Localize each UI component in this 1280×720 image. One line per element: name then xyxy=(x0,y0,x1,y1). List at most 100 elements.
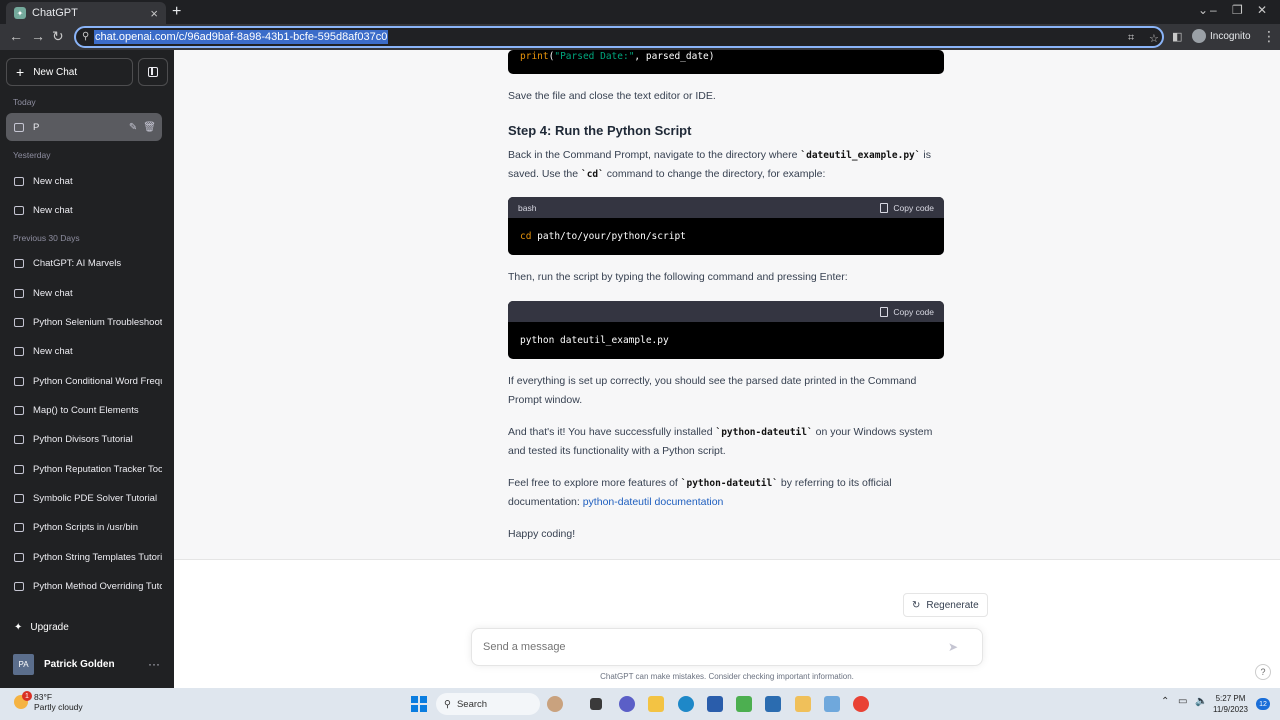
sidebar-item[interactable]: Python Conditional Word Frequency xyxy=(6,367,162,395)
vscode-icon[interactable] xyxy=(765,696,781,712)
temperature: 83°F xyxy=(34,692,53,702)
sidebar-item[interactable]: New chat xyxy=(6,196,162,224)
incognito-label: Incognito xyxy=(1210,30,1251,42)
more-options-icon[interactable]: ··· xyxy=(148,657,174,671)
help-button[interactable]: ? xyxy=(1255,664,1271,680)
volume-icon[interactable]: 🔈 xyxy=(1195,696,1207,707)
image-viewer-icon[interactable] xyxy=(824,696,840,712)
chevron-down-icon[interactable]: ⌄ xyxy=(1198,3,1208,17)
sidebar: + New Chat Today P ✎ 🗑 Yesterday New cha… xyxy=(0,50,174,688)
clipboard-icon xyxy=(880,202,889,213)
new-chat-label: New Chat xyxy=(33,66,78,78)
paragraph-feel-free: Feel free to explore more features of `p… xyxy=(508,477,892,508)
clock-time: 5:27 PM xyxy=(1215,694,1246,703)
tab-title: ChatGPT xyxy=(32,7,78,19)
side-panel-icon[interactable]: ◧ xyxy=(1172,30,1182,43)
code-block-cd: bash Copy code cd path/to/your/python/sc… xyxy=(508,197,944,255)
sidebar-item[interactable]: Python String Templates Tutorial xyxy=(6,543,162,571)
incognito-icon xyxy=(1192,29,1206,43)
sidebar-item[interactable]: Python Scripts in /usr/bin xyxy=(6,513,162,541)
sidebar-item[interactable]: New chat xyxy=(6,167,162,195)
reload-icon[interactable]: ↻ xyxy=(52,28,64,45)
chat-bubble-icon xyxy=(14,581,24,591)
sidebar-item[interactable]: Python Reputation Tracker Tool xyxy=(6,455,162,483)
code-header: bash Copy code xyxy=(508,197,944,218)
network-icon[interactable]: ▭ xyxy=(1178,696,1187,707)
bookmark-star-icon[interactable]: ☆ xyxy=(1149,32,1159,45)
notification-badge[interactable]: 12 xyxy=(1256,698,1270,710)
store-icon[interactable] xyxy=(707,696,723,712)
plus-icon: + xyxy=(16,64,25,80)
sidebar-toggle-icon xyxy=(148,67,158,77)
chat-bubble-icon xyxy=(14,122,24,132)
minimize-window-icon[interactable]: – xyxy=(1210,3,1217,17)
new-chat-button[interactable]: + New Chat xyxy=(6,58,133,86)
forward-icon[interactable]: → xyxy=(31,28,45,44)
regenerate-button[interactable]: ↻ Regenerate xyxy=(903,593,988,617)
chat-bubble-icon xyxy=(14,464,24,474)
incognito-indicator[interactable]: Incognito xyxy=(1192,29,1251,43)
address-bar[interactable]: ⚲ chat.openai.com/c/96ad9baf-8a98-43b1-b… xyxy=(74,26,1164,48)
sidebar-item-active[interactable]: P ✎ 🗑 xyxy=(6,113,162,141)
weather-widget[interactable]: 1 83°F Partly cloudy xyxy=(14,691,83,712)
sidebar-item[interactable]: Map() to Count Elements xyxy=(6,396,162,424)
search-icon: ⚲ xyxy=(444,698,451,710)
chevron-up-icon[interactable]: ⌃ xyxy=(1161,696,1169,707)
weather-badge: 1 xyxy=(22,691,32,701)
chat-bubble-icon xyxy=(14,552,24,562)
site-info-icon[interactable]: ⚲ xyxy=(82,31,89,42)
task-view-icon[interactable] xyxy=(590,698,602,710)
paragraph-if: If everything is set up correctly, you s… xyxy=(508,375,917,406)
trash-icon[interactable]: 🗑 xyxy=(143,122,156,133)
documentation-link[interactable]: python-dateutil documentation xyxy=(583,496,724,508)
browser-menu-icon[interactable]: ⋮ xyxy=(1262,28,1276,45)
chat-bubble-icon xyxy=(14,258,24,268)
back-icon[interactable]: ← xyxy=(9,28,23,44)
browser-tab[interactable]: ✦ ChatGPT × xyxy=(6,2,166,24)
chat-bubble-icon xyxy=(14,376,24,386)
clipboard-icon xyxy=(880,306,889,317)
system-clock[interactable]: 5:27 PM 11/9/2023 xyxy=(1213,693,1248,715)
sidebar-item[interactable]: Python Divisors Tutorial xyxy=(6,425,162,453)
message-composer: ➤ xyxy=(471,628,983,666)
close-tab-icon[interactable]: × xyxy=(150,7,158,20)
file-explorer-icon[interactable] xyxy=(648,696,664,712)
avatar-app-icon[interactable] xyxy=(547,696,563,712)
code-block-print: print("Parsed Date:", parsed_date) xyxy=(508,50,944,74)
clock-date: 11/9/2023 xyxy=(1213,705,1248,714)
close-sidebar-button[interactable] xyxy=(138,58,168,86)
copy-code-button[interactable]: Copy code xyxy=(880,306,934,317)
sidebar-item[interactable]: New chat xyxy=(6,337,162,365)
chat-bubble-icon xyxy=(14,434,24,444)
weather-condition: Partly cloudy xyxy=(34,702,83,712)
chat-bubble-icon xyxy=(14,522,24,532)
python-icon[interactable] xyxy=(795,696,811,712)
restore-window-icon[interactable]: ❐ xyxy=(1232,3,1243,17)
close-window-icon[interactable]: ✕ xyxy=(1257,3,1267,17)
chat-bubble-icon xyxy=(14,317,24,327)
windows-start-icon[interactable] xyxy=(411,696,427,712)
sidebar-item[interactable]: ChatGPT: AI Marvels xyxy=(6,249,162,277)
sidebar-item[interactable]: New chat xyxy=(6,279,162,307)
edit-icon[interactable]: ✎ xyxy=(129,122,137,133)
url-text[interactable]: chat.openai.com/c/96ad9baf-8a98-43b1-bcf… xyxy=(94,30,389,44)
sidebar-item[interactable]: Python Method Overriding Tutorial xyxy=(6,572,162,600)
windows-taskbar: 1 83°F Partly cloudy ⚲ Search ⌃ ▭ 🔈 5:27 … xyxy=(0,688,1280,720)
user-menu[interactable]: PA Patrick Golden ··· xyxy=(0,648,174,680)
edge-browser-icon[interactable] xyxy=(678,696,694,712)
taskbar-search[interactable]: ⚲ Search xyxy=(436,693,540,715)
upgrade-button[interactable]: ✦ Upgrade xyxy=(14,622,69,633)
app-icon-green[interactable] xyxy=(736,696,752,712)
chrome-icon[interactable] xyxy=(853,696,869,712)
message-input[interactable] xyxy=(483,641,948,653)
sidebar-item[interactable]: Python Selenium Troubleshooting xyxy=(6,308,162,336)
install-app-icon[interactable]: ⌗ xyxy=(1128,32,1134,45)
sidebar-item[interactable]: Symbolic PDE Solver Tutorial xyxy=(6,484,162,512)
new-tab-icon[interactable]: + xyxy=(172,3,181,21)
copy-code-button[interactable]: Copy code xyxy=(880,202,934,213)
chat-app-icon[interactable] xyxy=(619,696,635,712)
upgrade-label: Upgrade xyxy=(30,622,69,633)
browser-tabbar: ✦ ChatGPT × + ⌄ – ❐ ✕ xyxy=(0,0,1280,24)
sparkle-icon: ✦ xyxy=(14,622,23,633)
send-icon[interactable]: ➤ xyxy=(948,640,968,654)
